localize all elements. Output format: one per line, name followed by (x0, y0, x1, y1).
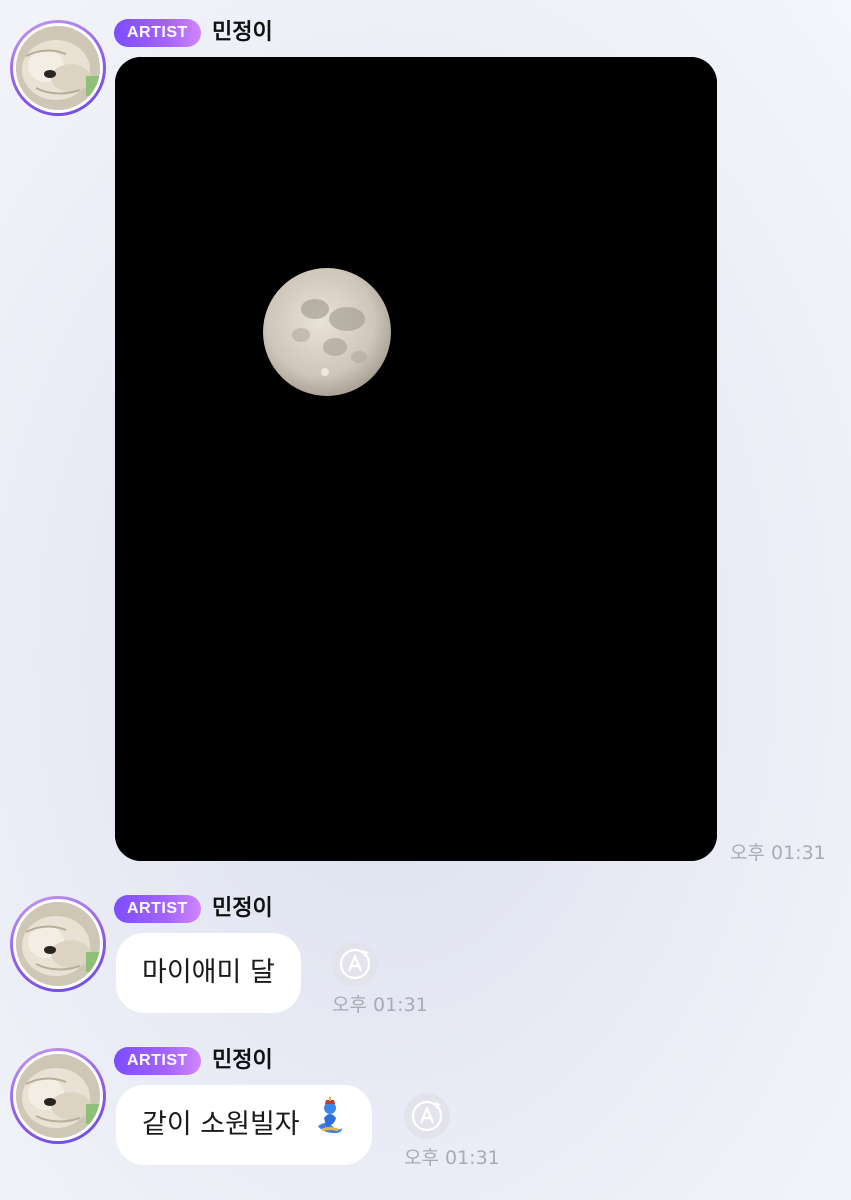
sender-avatar[interactable] (10, 1048, 106, 1144)
genie-emoji-icon (312, 1086, 346, 1166)
sender-avatar[interactable] (10, 896, 106, 992)
message-bubble[interactable]: 마이애미 달 (116, 933, 301, 1013)
artist-badge: ARTIST (114, 895, 201, 923)
avatar-image (13, 23, 103, 113)
sender-name[interactable]: 민정이 (212, 19, 273, 47)
sender-name[interactable]: 민정이 (212, 895, 273, 923)
photo-attachment[interactable] (115, 57, 717, 861)
sender-name[interactable]: 민정이 (212, 1047, 273, 1075)
artist-badge: ARTIST (114, 19, 201, 47)
artist-badge: ARTIST (114, 1047, 201, 1075)
chat-message-text: ARTIST 민정이 마이애미 달 오후 01:31 (0, 880, 851, 1030)
avatar-image (13, 1051, 103, 1141)
dog-photo-icon (16, 26, 100, 110)
message-text: 같이 소원빌자 (142, 1109, 300, 1140)
dog-photo-icon (16, 902, 100, 986)
chat-message-text: ARTIST 민정이 같이 소원빌자 오후 01:31 (0, 1032, 851, 1200)
message-timestamp: 오후 01:31 (730, 842, 826, 864)
translate-button[interactable] (332, 941, 378, 987)
translate-icon (411, 1100, 443, 1132)
message-bubble[interactable]: 같이 소원빌자 (116, 1085, 373, 1166)
translate-icon (339, 948, 371, 980)
avatar-image (13, 899, 103, 989)
message-timestamp: 오후 01:31 (332, 994, 428, 1016)
message-timestamp: 오후 01:31 (404, 1147, 500, 1169)
chat-message-photo: ARTIST 민정이 오후 01:31 (0, 0, 851, 870)
moon-image (115, 57, 717, 861)
sender-avatar[interactable] (10, 20, 106, 116)
dog-photo-icon (16, 1054, 100, 1138)
translate-button[interactable] (404, 1093, 450, 1139)
